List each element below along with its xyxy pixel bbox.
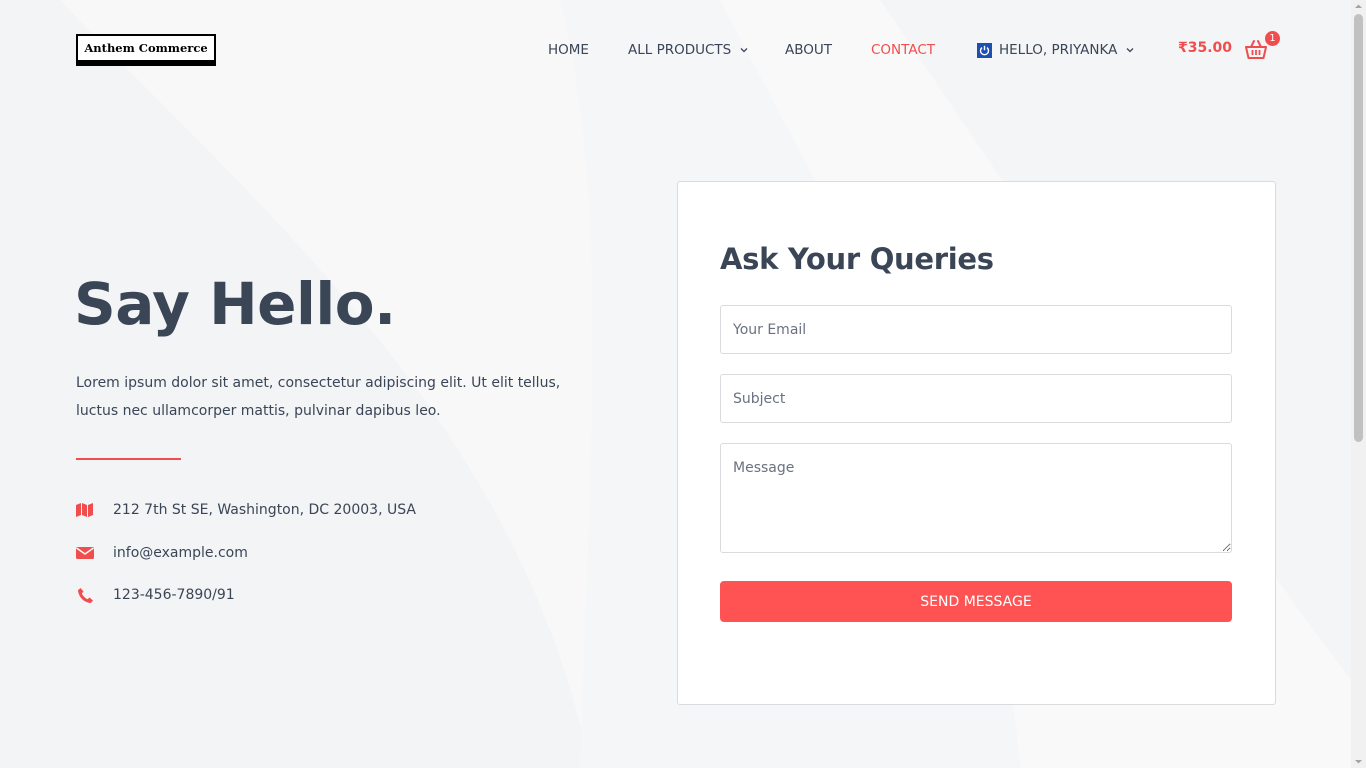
nav-user-menu[interactable]: HELLO, PRIYANKA bbox=[977, 41, 1135, 59]
site-logo[interactable]: Anthem Commerce bbox=[76, 34, 216, 66]
form-title: Ask Your Queries bbox=[720, 242, 994, 276]
message-field[interactable] bbox=[720, 443, 1232, 553]
page-scrollbar[interactable] bbox=[1351, 0, 1366, 768]
query-form-card: Ask Your Queries SEND MESSAGE bbox=[677, 181, 1276, 705]
map-icon bbox=[76, 502, 94, 518]
nav-all-products-label: ALL PRODUCTS bbox=[628, 42, 732, 58]
email-field[interactable] bbox=[720, 305, 1232, 354]
nav-all-products[interactable]: ALL PRODUCTS bbox=[628, 41, 749, 59]
contact-address: 212 7th St SE, Washington, DC 20003, USA bbox=[76, 500, 416, 520]
send-message-button[interactable]: SEND MESSAGE bbox=[720, 581, 1232, 622]
scroll-down-arrow-icon[interactable] bbox=[1354, 757, 1363, 766]
subject-field[interactable] bbox=[720, 374, 1232, 423]
scroll-up-arrow-icon[interactable] bbox=[1354, 2, 1363, 11]
envelope-icon bbox=[76, 545, 94, 561]
chevron-down-icon bbox=[740, 48, 748, 53]
power-icon bbox=[977, 42, 992, 58]
nav-contact[interactable]: CONTACT bbox=[871, 41, 935, 59]
phone-text[interactable]: 123-456-7890/91 bbox=[113, 587, 235, 603]
phone-icon bbox=[76, 587, 94, 603]
user-greeting: HELLO, PRIYANKA bbox=[999, 42, 1118, 58]
email-text[interactable]: info@example.com bbox=[113, 545, 248, 561]
nav-home[interactable]: HOME bbox=[548, 41, 589, 59]
page-title: Say Hello. bbox=[74, 270, 396, 338]
contact-email: info@example.com bbox=[76, 543, 248, 563]
nav-contact-label: CONTACT bbox=[871, 42, 936, 58]
chevron-down-icon bbox=[1126, 48, 1134, 53]
cart-count-badge: 1 bbox=[1263, 29, 1282, 48]
scrollbar-thumb[interactable] bbox=[1354, 14, 1363, 442]
address-text: 212 7th St SE, Washington, DC 20003, USA bbox=[113, 502, 416, 518]
accent-divider bbox=[76, 458, 181, 460]
contact-phone: 123-456-7890/91 bbox=[76, 585, 235, 605]
nav-home-label: HOME bbox=[548, 42, 589, 58]
nav-about[interactable]: ABOUT bbox=[785, 41, 832, 59]
logo-text: Anthem Commerce bbox=[84, 41, 208, 55]
hero-description: Lorem ipsum dolor sit amet, consectetur … bbox=[76, 375, 561, 419]
nav-about-label: ABOUT bbox=[785, 42, 833, 58]
contact-page: Anthem Commerce HOME ALL PRODUCTS ABOUT … bbox=[0, 0, 1351, 768]
cart-total[interactable]: ₹35.00 bbox=[1178, 40, 1232, 56]
